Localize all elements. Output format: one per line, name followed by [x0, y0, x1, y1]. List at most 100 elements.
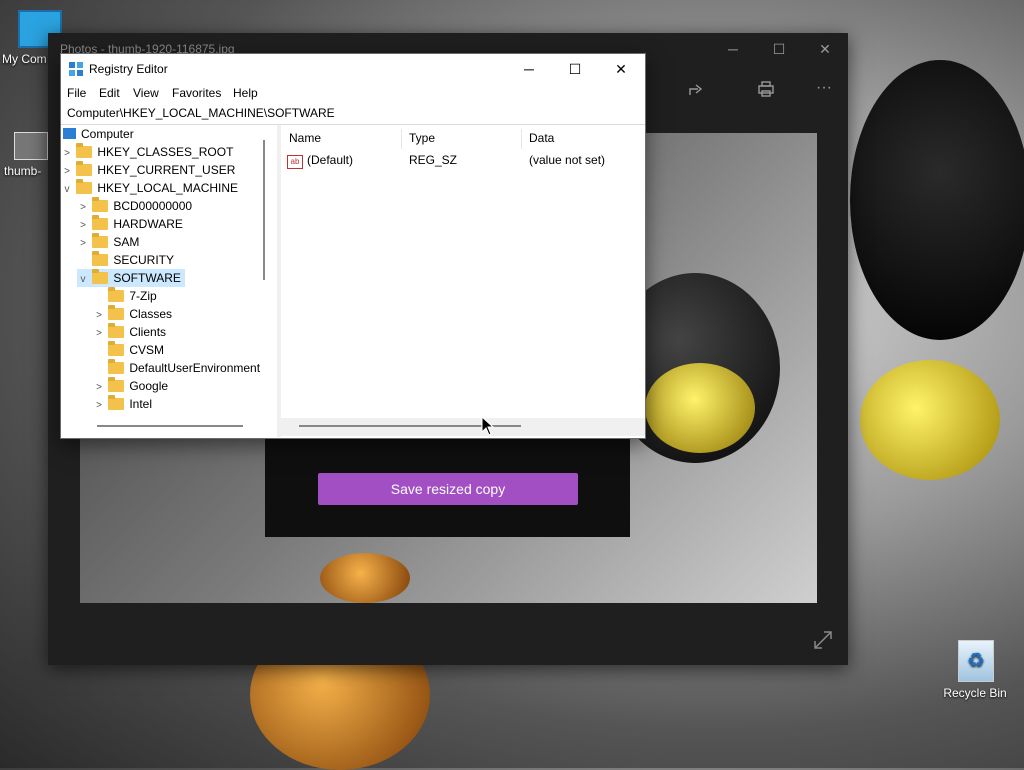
string-value-icon: ab	[287, 155, 303, 169]
resize-dialog: Save resized copy	[265, 430, 630, 537]
mouse-cursor-icon	[481, 415, 495, 439]
tree-item-classes[interactable]: > Classes	[93, 305, 172, 323]
tree-item-clients[interactable]: > Clients	[93, 323, 166, 341]
chevron-right-icon[interactable]: >	[93, 397, 105, 415]
column-divider[interactable]	[521, 129, 522, 149]
wallpaper-shape	[860, 360, 1000, 480]
recycle-bin-icon: ♻	[958, 640, 994, 682]
registry-titlebar: Registry Editor ─ ☐ ✕	[61, 54, 645, 84]
tree-label: HARDWARE	[113, 217, 183, 231]
registry-editor-window: Registry Editor ─ ☐ ✕ File Edit View Fav…	[60, 53, 646, 439]
chevron-down-icon[interactable]: v	[61, 181, 73, 199]
more-options-button[interactable]: ···	[816, 79, 832, 97]
menu-bar: File Edit View Favorites Help	[61, 84, 645, 104]
expand-icon[interactable]	[812, 629, 834, 651]
tree-item-intel[interactable]: > Intel	[93, 395, 152, 413]
registry-app-icon	[69, 62, 83, 76]
menu-edit[interactable]: Edit	[99, 86, 120, 100]
tree-item-security[interactable]: SECURITY	[77, 251, 174, 269]
column-header-name[interactable]: Name	[289, 131, 321, 145]
tree-item-hkcu[interactable]: > HKEY_CURRENT_USER	[61, 161, 235, 179]
folder-icon	[108, 395, 125, 410]
menu-help[interactable]: Help	[233, 86, 258, 100]
folder-icon	[108, 323, 125, 338]
tree-label: HKEY_CURRENT_USER	[97, 163, 236, 177]
tree-item-cvsm[interactable]: CVSM	[93, 341, 164, 359]
tree-item-hardware[interactable]: > HARDWARE	[77, 215, 183, 233]
minimize-button[interactable]: ─	[710, 37, 756, 61]
print-icon[interactable]	[757, 81, 775, 102]
tree-label: Intel	[129, 397, 153, 411]
value-type: REG_SZ	[409, 153, 458, 167]
tree-vertical-scrollbar[interactable]	[260, 128, 268, 418]
share-icon[interactable]	[688, 81, 706, 102]
value-data: (value not set)	[529, 153, 606, 167]
address-bar	[61, 104, 645, 125]
save-resized-copy-button[interactable]: Save resized copy	[318, 473, 578, 505]
tree-item-7zip[interactable]: 7-Zip	[93, 287, 157, 305]
wallpaper-shape	[850, 60, 1024, 340]
column-header-type[interactable]: Type	[409, 131, 435, 145]
tree-label: SAM	[113, 235, 140, 249]
tree-item-software[interactable]: v SOFTWARE	[77, 269, 185, 287]
folder-icon	[92, 215, 109, 230]
address-input[interactable]	[65, 105, 629, 121]
menu-file[interactable]: File	[67, 86, 86, 100]
folder-icon	[108, 305, 125, 320]
tree-label: SOFTWARE	[113, 271, 181, 285]
folder-icon	[108, 377, 125, 392]
tree-label: HKEY_CLASSES_ROOT	[97, 145, 234, 159]
tree-item-bcd[interactable]: > BCD00000000	[77, 197, 192, 215]
tree-item-google[interactable]: > Google	[93, 377, 168, 395]
tree-label: CVSM	[129, 343, 165, 357]
folder-icon	[108, 341, 125, 356]
close-button[interactable]: ✕	[598, 54, 644, 84]
desktop-icon-recycle-bin[interactable]: ♻ Recycle Bin	[940, 640, 1010, 700]
chevron-down-icon[interactable]: v	[77, 271, 89, 289]
folder-icon	[108, 287, 125, 302]
folder-icon	[108, 359, 125, 374]
scrollbar-thumb[interactable]	[263, 140, 265, 280]
photo-shape	[645, 363, 755, 453]
folder-icon	[92, 197, 109, 212]
values-list: Name Type Data ab (Default) REG_SZ (value…	[281, 125, 645, 437]
list-scroll-track	[281, 418, 645, 436]
tree-item-hklm[interactable]: v HKEY_LOCAL_MACHINE	[61, 179, 238, 197]
value-name-cell: ab (Default)	[287, 153, 353, 169]
tree-label: Google	[129, 379, 169, 393]
photo-shape	[320, 553, 410, 603]
maximize-button[interactable]: ☐	[552, 54, 598, 84]
folder-icon	[92, 233, 109, 248]
desktop-icon-label: Recycle Bin	[943, 686, 1007, 700]
menu-favorites[interactable]: Favorites	[172, 86, 221, 100]
column-divider[interactable]	[401, 129, 402, 149]
tree-label: HKEY_LOCAL_MACHINE	[97, 181, 239, 195]
tree-item-defaultuserenvironment[interactable]: DefaultUserEnvironment	[93, 359, 260, 377]
tree-label: Clients	[129, 325, 167, 339]
folder-icon	[76, 143, 93, 158]
folder-icon	[92, 251, 109, 266]
column-header-data[interactable]: Data	[529, 131, 554, 145]
folder-icon	[76, 161, 93, 176]
menu-view[interactable]: View	[133, 86, 159, 100]
folder-icon	[92, 269, 109, 284]
tree-label: 7-Zip	[129, 289, 157, 303]
tree-label: DefaultUserEnvironment	[129, 361, 261, 375]
folder-icon	[76, 179, 93, 194]
tree-label: BCD00000000	[113, 199, 193, 213]
value-name: (Default)	[307, 153, 354, 167]
maximize-button[interactable]: ☐	[756, 37, 802, 61]
key-tree: Computer > HKEY_CLASSES_ROOT > HKEY_CURR…	[61, 125, 276, 437]
tree-label: Computer	[81, 127, 134, 141]
minimize-button[interactable]: ─	[506, 54, 552, 84]
tree-item-hkcr[interactable]: > HKEY_CLASSES_ROOT	[61, 143, 233, 161]
image-file-icon	[14, 132, 48, 160]
tree-item-sam[interactable]: > SAM	[77, 233, 139, 251]
close-button[interactable]: ✕	[802, 37, 848, 61]
tree-label: SECURITY	[113, 253, 175, 267]
tree-horizontal-scrollbar[interactable]	[97, 425, 243, 427]
tree-label: Classes	[129, 307, 173, 321]
computer-icon	[63, 128, 76, 139]
registry-title: Registry Editor	[89, 62, 168, 76]
tree-item-computer[interactable]: Computer	[63, 125, 134, 143]
